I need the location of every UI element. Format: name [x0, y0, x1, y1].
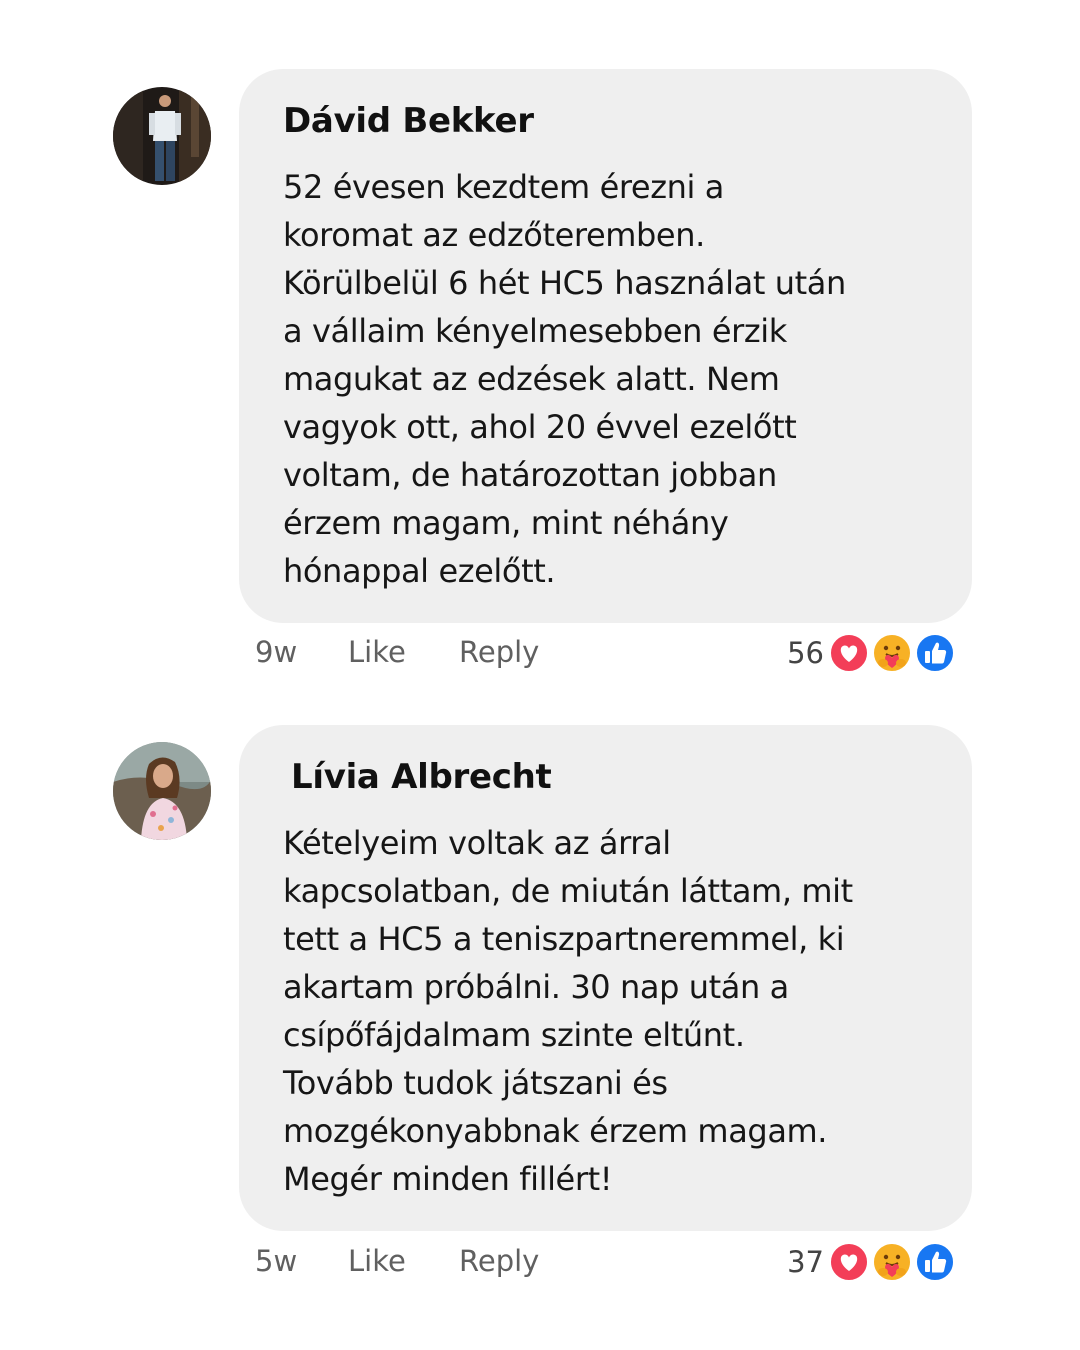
reply-button[interactable]: Reply	[459, 1244, 539, 1278]
reaction-count: 37	[787, 1245, 824, 1279]
avatar[interactable]	[113, 742, 211, 840]
comment-line: Körülbelül 6 hét HC5 használat után	[283, 264, 846, 302]
comment-line: koromat az edzőteremben.	[283, 216, 705, 254]
comment-line: a vállaim kényelmesebben érzik	[283, 312, 787, 350]
care-icon	[872, 633, 912, 673]
reactions-summary[interactable]: 37	[787, 1241, 955, 1283]
comment-text: 52 évesen kezdtem érezni a koromat az ed…	[283, 163, 932, 595]
reply-button[interactable]: Reply	[459, 635, 539, 669]
comment-line: Megér minden fillért!	[283, 1160, 613, 1198]
comment-bubble: Lívia Albrecht Kételyeim voltak az árral…	[239, 725, 972, 1231]
like-button[interactable]: Like	[348, 635, 406, 669]
comment-line: csípőfájdalmam szinte eltűnt.	[283, 1016, 745, 1054]
comment-timestamp[interactable]: 9w	[255, 635, 297, 669]
comment-actions: 5w Like Reply 37	[255, 1241, 955, 1284]
comment-line: akartam próbálni. 30 nap után a	[283, 968, 789, 1006]
avatar[interactable]	[113, 87, 211, 185]
comment-bubble: Dávid Bekker 52 évesen kezdtem érezni a …	[239, 69, 972, 623]
comment-line: Tovább tudok játszani és	[283, 1064, 668, 1102]
heart-icon	[829, 633, 869, 673]
comment-timestamp[interactable]: 5w	[255, 1244, 297, 1278]
comment-line: 52 évesen kezdtem érezni a	[283, 168, 724, 206]
comment-line: érzem magam, mint néhány	[283, 504, 729, 542]
comment-line: voltam, de határozottan jobban	[283, 456, 777, 494]
thumbs-up-icon	[915, 1242, 955, 1282]
comment-author[interactable]: Lívia Albrecht	[283, 753, 932, 801]
comment-line: mozgékonyabbnak érzem magam.	[283, 1112, 828, 1150]
comment-line: vagyok ott, ahol 20 évvel ezelőtt	[283, 408, 797, 446]
reactions-summary[interactable]: 56	[787, 632, 955, 674]
comment-line: magukat az edzések alatt. Nem	[283, 360, 780, 398]
comment-line: kapcsolatban, de miután láttam, mit	[283, 872, 853, 910]
heart-icon	[829, 1242, 869, 1282]
comment-text: Kételyeim voltak az árral kapcsolatban, …	[283, 819, 932, 1203]
thumbs-up-icon	[915, 633, 955, 673]
reaction-count: 56	[787, 636, 824, 670]
comment-line: hónappal ezelőtt.	[283, 552, 556, 590]
avatar-photo-man	[113, 87, 211, 185]
care-icon	[872, 1242, 912, 1282]
like-button[interactable]: Like	[348, 1244, 406, 1278]
comment-author[interactable]: Dávid Bekker	[283, 97, 932, 145]
comment-line: tett a HC5 a teniszpartneremmel, ki	[283, 920, 845, 958]
comment-line: Kételyeim voltak az árral	[283, 824, 671, 862]
comment-actions: 9w Like Reply 56	[255, 632, 955, 675]
avatar-photo-woman	[113, 742, 211, 840]
